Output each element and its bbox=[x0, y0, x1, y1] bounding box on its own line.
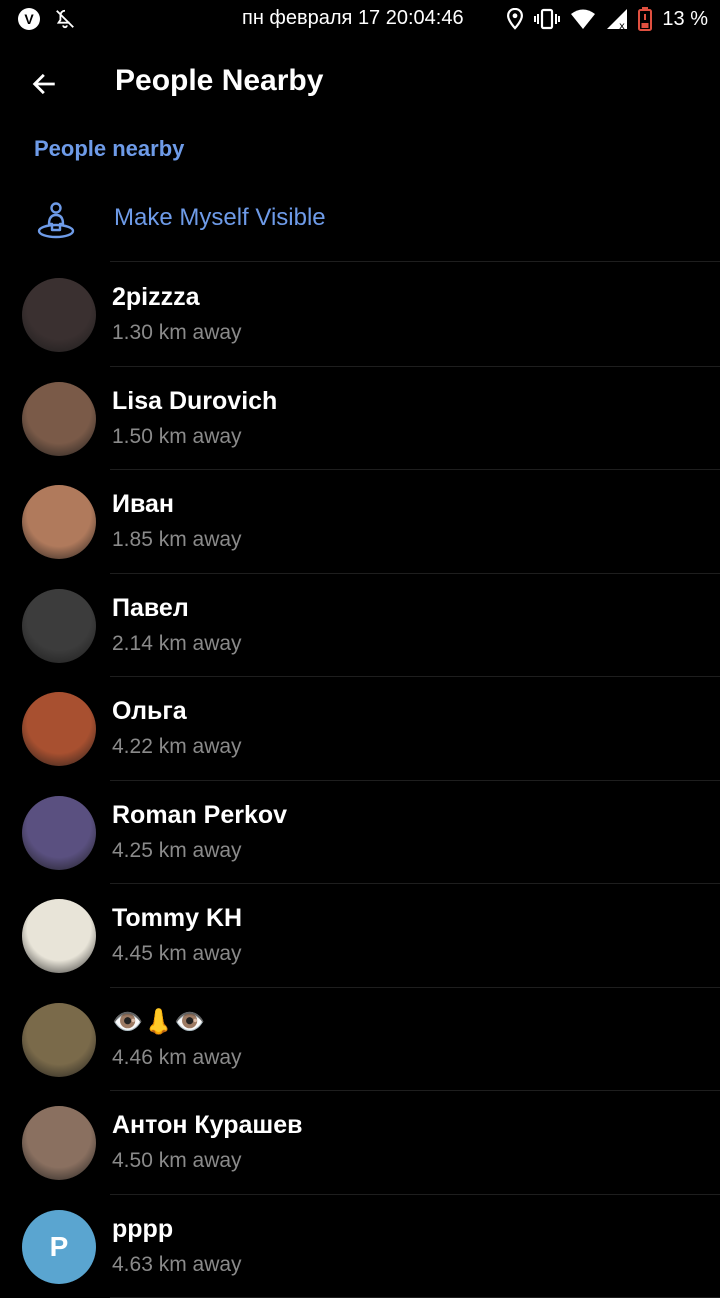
toolbar: People Nearby bbox=[0, 40, 720, 128]
person-row[interactable]: Антон Курашев 4.50 km away bbox=[0, 1091, 720, 1195]
person-row[interactable]: P pppp 4.63 km away bbox=[0, 1195, 720, 1298]
person-row[interactable]: Tommy KH 4.45 km away bbox=[0, 884, 720, 988]
avatar bbox=[22, 485, 96, 559]
person-name: 👁️👃👁️ bbox=[112, 1008, 205, 1037]
svg-text:x: x bbox=[619, 21, 625, 30]
person-distance: 1.50 km away bbox=[112, 425, 242, 449]
person-row[interactable]: Павел 2.14 km away bbox=[0, 574, 720, 678]
avatar bbox=[22, 899, 96, 973]
signal-icon: x bbox=[606, 8, 628, 30]
status-bar-right-icons: x 13 % bbox=[506, 6, 708, 32]
viber-icon: V bbox=[18, 8, 40, 30]
person-row[interactable]: Lisa Durovich 1.50 km away bbox=[0, 367, 720, 471]
person-row[interactable]: Roman Perkov 4.25 km away bbox=[0, 781, 720, 885]
person-name: 2pizzza bbox=[112, 283, 200, 312]
person-distance: 4.46 km away bbox=[112, 1046, 242, 1070]
person-row[interactable]: Иван 1.85 km away bbox=[0, 470, 720, 574]
person-name: Roman Perkov bbox=[112, 801, 287, 830]
person-distance: 1.30 km away bbox=[112, 321, 242, 345]
person-row[interactable]: 2pizzza 1.30 km away bbox=[0, 263, 720, 367]
person-distance: 4.50 km away bbox=[112, 1149, 242, 1173]
person-distance: 1.85 km away bbox=[112, 528, 242, 552]
person-distance: 4.63 km away bbox=[112, 1253, 242, 1277]
status-bar-left-icons: V bbox=[18, 8, 76, 30]
back-button[interactable] bbox=[22, 62, 66, 106]
section-header: People nearby bbox=[34, 136, 184, 162]
person-name: Tommy KH bbox=[112, 904, 242, 933]
person-row[interactable]: Ольга 4.22 km away bbox=[0, 677, 720, 781]
avatar bbox=[22, 692, 96, 766]
person-distance: 4.22 km away bbox=[112, 735, 242, 759]
avatar bbox=[22, 796, 96, 870]
person-name: Lisa Durovich bbox=[112, 387, 277, 416]
battery-percentage: 13 % bbox=[662, 8, 708, 31]
status-clock: пн февраля 17 20:04:46 bbox=[242, 7, 464, 30]
person-pin-icon bbox=[36, 200, 76, 240]
person-name: pppp bbox=[112, 1215, 173, 1244]
person-name: Иван bbox=[112, 490, 174, 519]
avatar bbox=[22, 382, 96, 456]
person-name: Ольга bbox=[112, 697, 187, 726]
avatar: P bbox=[22, 1210, 96, 1284]
person-name: Антон Курашев bbox=[112, 1111, 303, 1140]
person-name: Павел bbox=[112, 594, 189, 623]
page-title: People Nearby bbox=[115, 64, 323, 98]
people-list: 2pizzza 1.30 km away Lisa Durovich 1.50 … bbox=[0, 263, 720, 1298]
wifi-icon bbox=[570, 8, 596, 30]
person-distance: 4.25 km away bbox=[112, 839, 242, 863]
battery-low-icon bbox=[638, 7, 652, 31]
avatar bbox=[22, 1106, 96, 1180]
vibrate-icon bbox=[534, 8, 560, 30]
arrow-left-icon bbox=[30, 70, 58, 98]
person-row[interactable]: 👁️👃👁️ 4.46 km away bbox=[0, 988, 720, 1092]
avatar bbox=[22, 278, 96, 352]
avatar bbox=[22, 589, 96, 663]
status-bar: V пн февраля 17 20:04:46 x bbox=[0, 0, 720, 40]
make-myself-visible-button[interactable]: Make Myself Visible bbox=[0, 180, 720, 262]
location-icon bbox=[506, 8, 524, 30]
person-distance: 2.14 km away bbox=[112, 632, 242, 656]
notifications-off-icon bbox=[54, 8, 76, 30]
avatar bbox=[22, 1003, 96, 1077]
make-myself-visible-label: Make Myself Visible bbox=[114, 204, 326, 232]
person-distance: 4.45 km away bbox=[112, 942, 242, 966]
divider bbox=[110, 261, 720, 262]
